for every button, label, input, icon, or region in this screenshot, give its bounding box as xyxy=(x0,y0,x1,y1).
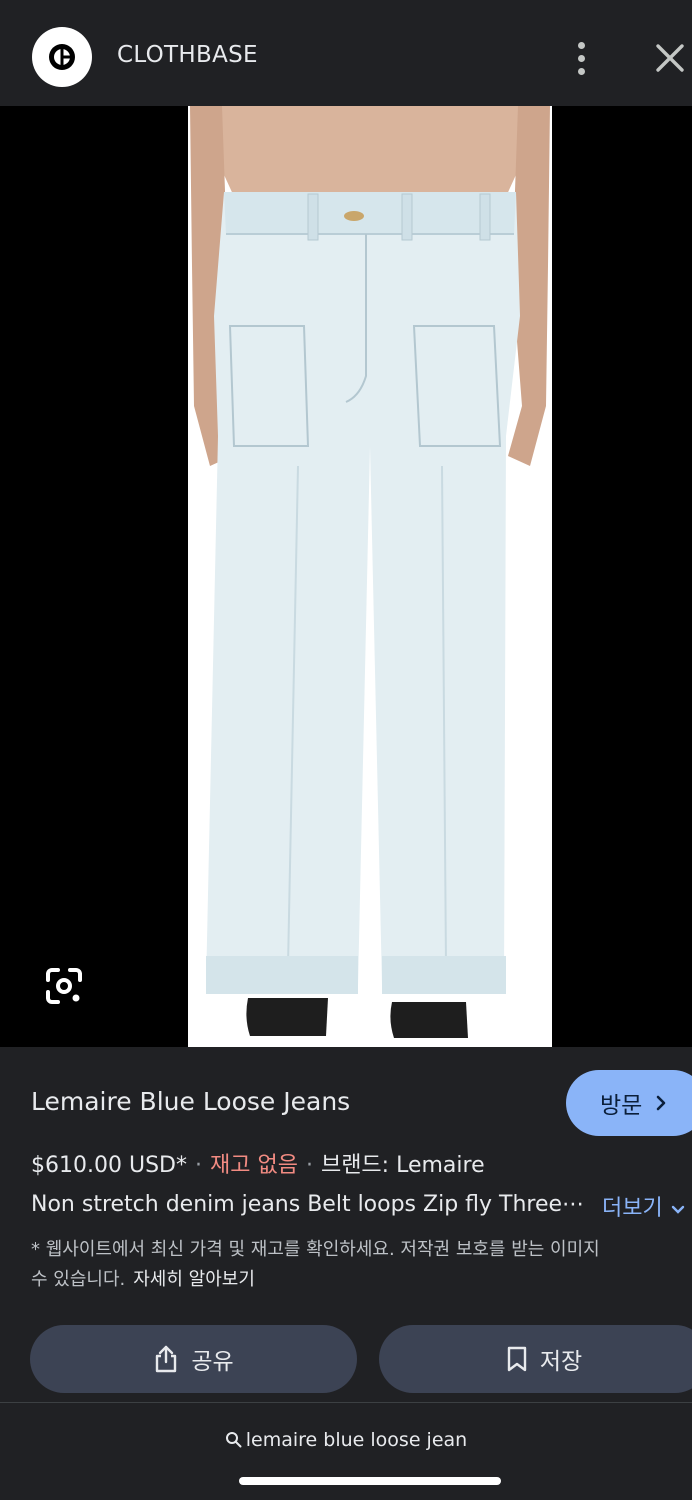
site-name[interactable]: CLOTHBASE xyxy=(117,42,258,68)
disclaimer-line1: * 웹사이트에서 최신 가격 및 재고를 확인하세요. 저작권 보호를 받는 이… xyxy=(31,1239,600,1260)
product-title[interactable]: Lemaire Blue Loose Jeans xyxy=(31,1087,350,1116)
disclaimer-note: * 웹사이트에서 최신 가격 및 재고를 확인하세요. 저작권 보호를 받는 이… xyxy=(31,1235,692,1297)
visit-label: 방문 xyxy=(600,1093,643,1119)
learn-more-link[interactable]: 자세히 알아보기 xyxy=(133,1269,255,1290)
brand: 브랜드: Lemaire xyxy=(320,1153,485,1178)
price-row: $610.00 USD* · 재고 없음 · 브랜드: Lemaire xyxy=(31,1147,485,1179)
product-info-panel: Lemaire Blue Loose Jeans 방문 $610.00 USD*… xyxy=(0,1047,692,1402)
header: CLOTHBASE xyxy=(0,0,692,106)
product-image[interactable] xyxy=(188,106,552,1047)
chevron-right-icon xyxy=(657,1095,666,1111)
chevron-down-icon xyxy=(671,1205,684,1214)
share-button[interactable]: 공유 xyxy=(30,1325,357,1393)
more-link[interactable]: 더보기 xyxy=(602,1190,686,1222)
stock-status: 재고 없음 xyxy=(209,1153,298,1178)
product-description: Non stretch denim jeans Belt loops Zip f… xyxy=(31,1192,585,1217)
clothbase-logo-icon[interactable] xyxy=(32,27,92,87)
close-icon[interactable] xyxy=(650,38,690,78)
search-icon xyxy=(225,1432,242,1448)
bookmark-icon xyxy=(507,1346,527,1372)
visit-button[interactable]: 방문 xyxy=(566,1070,692,1136)
search-query[interactable]: lemaire blue loose jean xyxy=(0,1429,692,1451)
image-viewer[interactable] xyxy=(0,106,692,1047)
price: $610.00 USD* xyxy=(31,1153,187,1178)
more-vert-icon[interactable] xyxy=(564,38,598,78)
share-icon xyxy=(156,1345,177,1373)
bottom-search-bar: lemaire blue loose jean xyxy=(0,1402,692,1500)
home-indicator[interactable] xyxy=(239,1477,501,1485)
share-label: 공유 xyxy=(191,1349,234,1375)
disclaimer-line2: 수 있습니다. xyxy=(31,1269,126,1290)
search-query-text: lemaire blue loose jean xyxy=(245,1429,468,1451)
save-button[interactable]: 저장 xyxy=(379,1325,692,1393)
save-label: 저장 xyxy=(539,1349,583,1375)
separator: · xyxy=(194,1153,202,1178)
google-lens-icon[interactable] xyxy=(44,966,84,1006)
more-label: 더보기 xyxy=(602,1196,663,1221)
separator: · xyxy=(305,1153,313,1178)
